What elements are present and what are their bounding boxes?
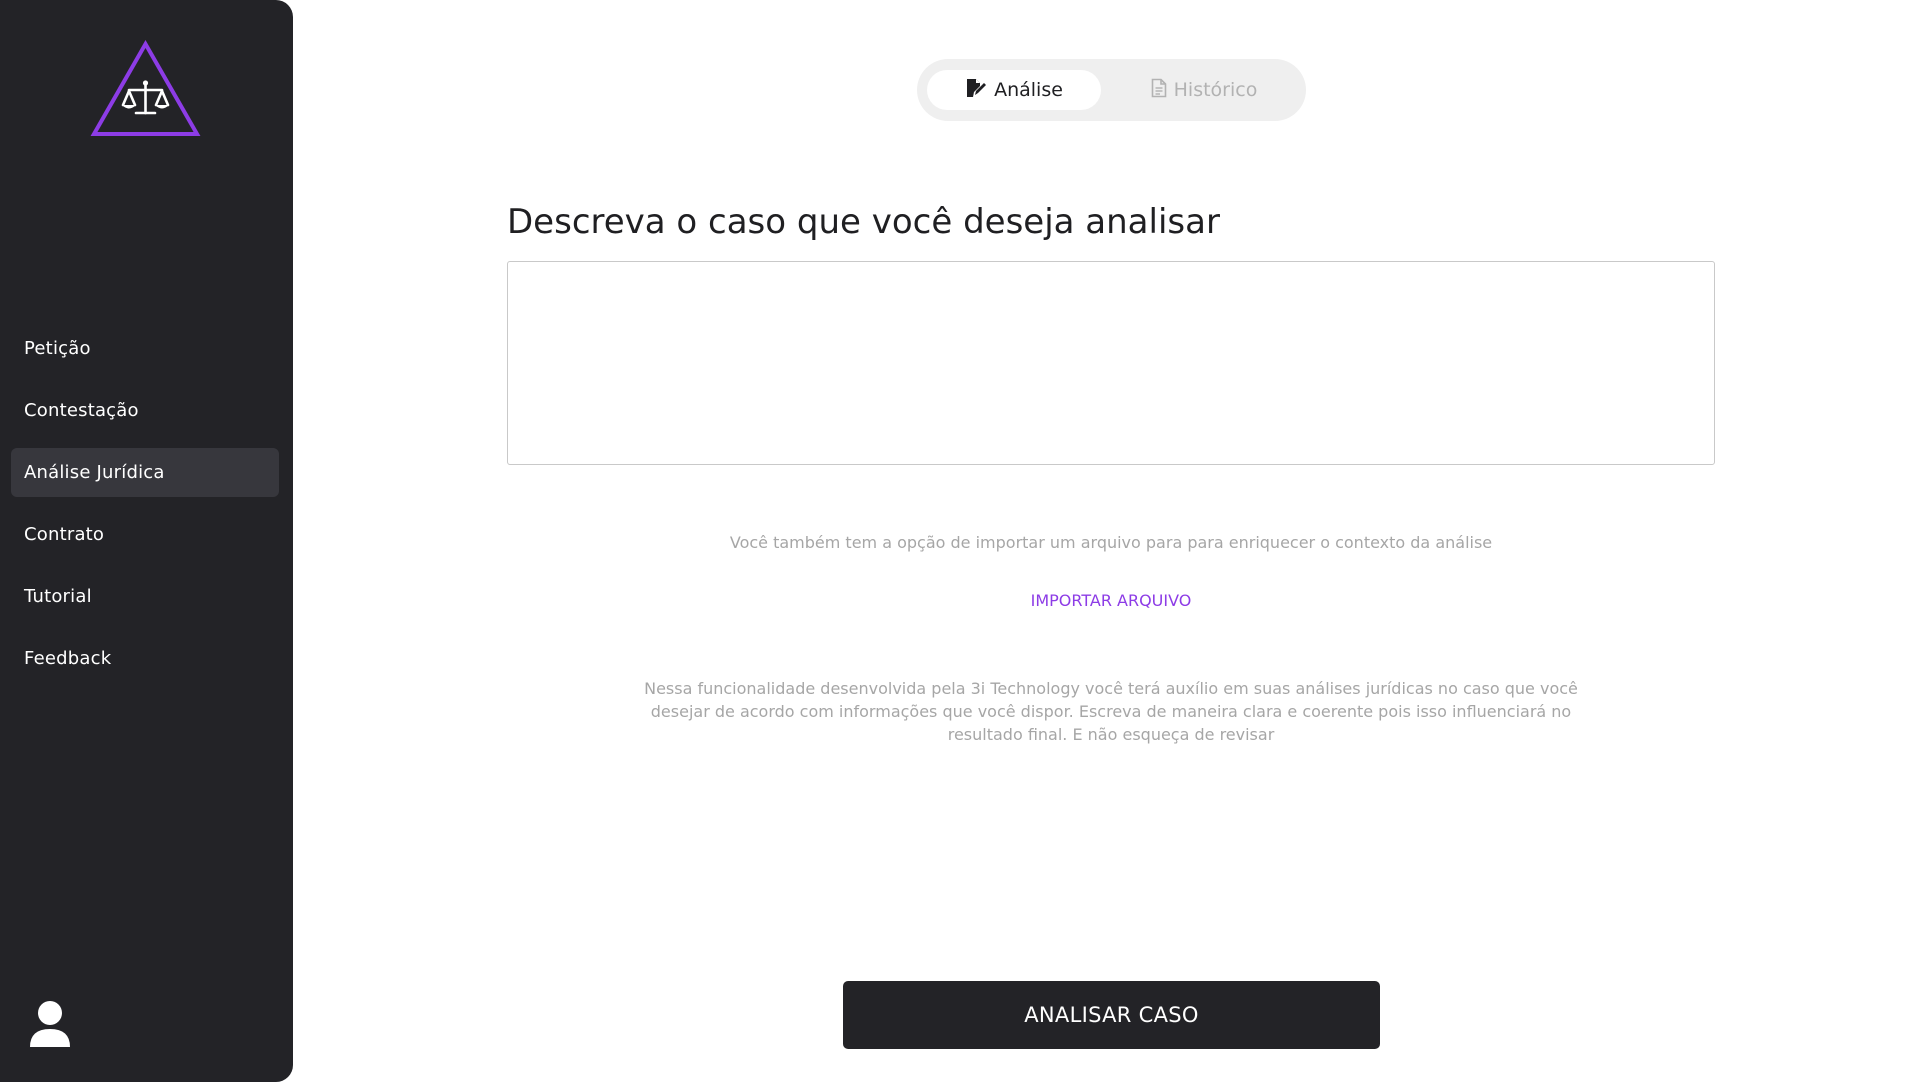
view-tabs: Análise Histórico [917,59,1306,121]
tab-historico[interactable]: Histórico [1119,70,1289,110]
user-icon[interactable] [28,1000,72,1048]
case-description-input[interactable] [507,261,1715,465]
import-hint-text: Você também tem a opção de importar um a… [729,533,1493,552]
sidebar-item-analise-juridica[interactable]: Análise Jurídica [11,448,279,497]
sidebar-item-contestacao[interactable]: Contestação [11,386,279,435]
import-file-link[interactable]: IMPORTAR ARQUIVO [1011,591,1211,610]
sidebar-item-contrato[interactable]: Contrato [11,510,279,559]
sidebar-nav: Petição Contestação Análise Jurídica Con… [11,324,279,696]
tab-analise-label: Análise [994,79,1063,101]
edit-document-icon [965,78,994,103]
tab-historico-label: Histórico [1173,79,1258,101]
page-title: Descreva o caso que você deseja analisar [507,202,1220,242]
analyze-case-button[interactable]: ANALISAR CASO [843,981,1380,1049]
sidebar-item-feedback[interactable]: Feedback [11,634,279,683]
file-icon [1151,78,1174,103]
scales-logo-icon[interactable] [88,38,203,138]
sidebar: Petição Contestação Análise Jurídica Con… [0,0,293,1082]
sidebar-item-tutorial[interactable]: Tutorial [11,572,279,621]
tab-analise[interactable]: Análise [927,70,1101,110]
sidebar-item-peticao[interactable]: Petição [11,324,279,373]
feature-description: Nessa funcionalidade desenvolvida pela 3… [644,679,1578,744]
